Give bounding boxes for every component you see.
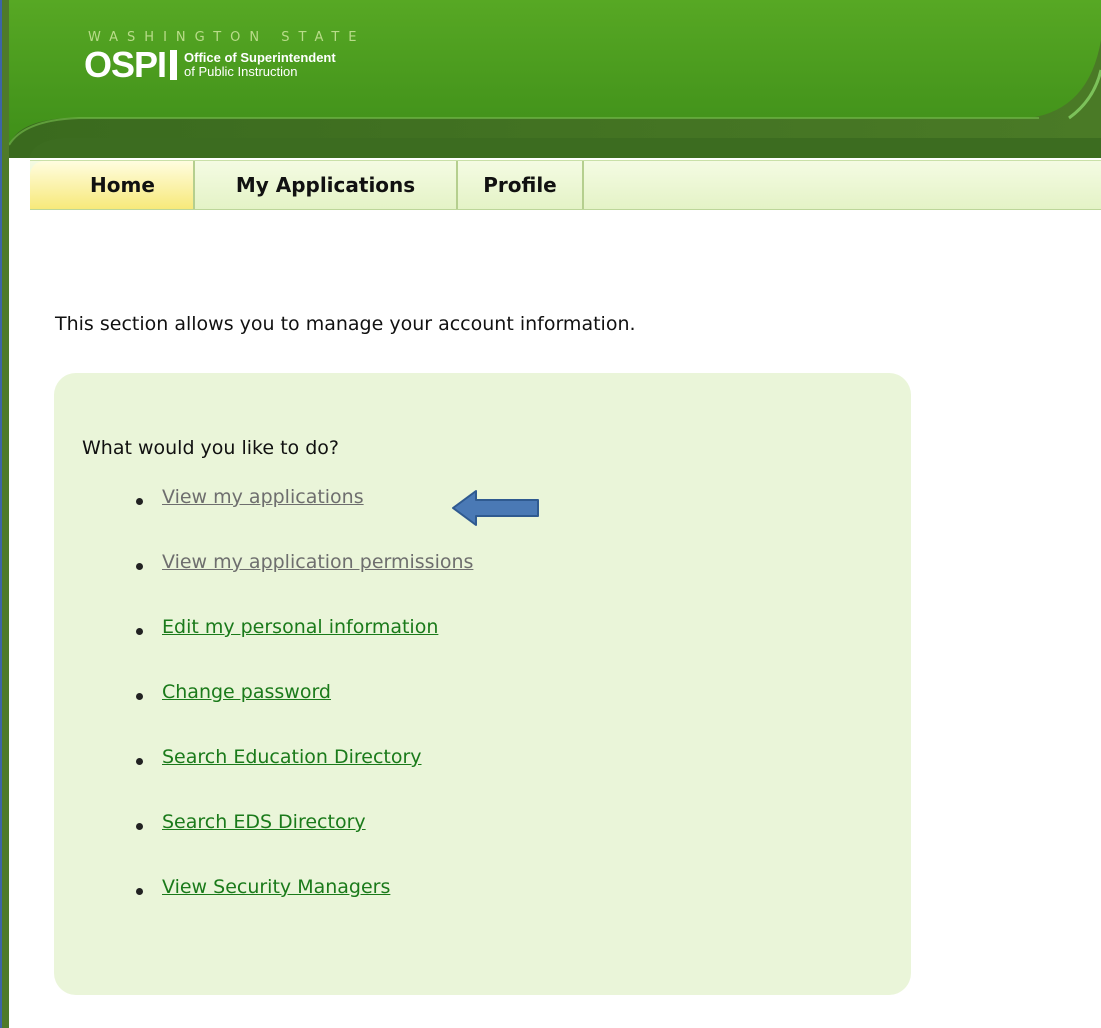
list-item: Search EDS Directory: [136, 811, 473, 876]
edit-personal-information-link[interactable]: Edit my personal information: [162, 616, 438, 638]
list-item: Edit my personal information: [136, 616, 473, 681]
actions-panel: What would you like to do? View my appli…: [54, 373, 911, 995]
ospi-logo[interactable]: WASHINGTON STATE OSPI Office of Superint…: [84, 30, 366, 83]
main-tab-bar: Home My Applications Profile: [30, 160, 1101, 210]
tab-profile[interactable]: Profile: [458, 161, 584, 209]
bullet-icon: [136, 758, 143, 765]
actions-question: What would you like to do?: [82, 437, 339, 459]
bullet-icon: [136, 563, 143, 570]
intro-text: This section allows you to manage your a…: [55, 313, 636, 335]
agency-name-line1: Office of Superintendent: [184, 50, 336, 65]
actions-list: View my applications View my application…: [136, 486, 473, 941]
view-security-managers-link[interactable]: View Security Managers: [162, 876, 390, 898]
agency-name-line2: of Public Instruction: [184, 64, 298, 79]
search-eds-directory-link[interactable]: Search EDS Directory: [162, 811, 366, 833]
bullet-icon: [136, 628, 143, 635]
search-education-directory-link[interactable]: Search Education Directory: [162, 746, 422, 768]
window-left-edge: [0, 0, 9, 1028]
bullet-icon: [136, 823, 143, 830]
list-item: View my applications: [136, 486, 473, 551]
state-label: WASHINGTON STATE: [88, 30, 366, 45]
list-item: View Security Managers: [136, 876, 473, 941]
list-item: View my application permissions: [136, 551, 473, 616]
tab-my-applications[interactable]: My Applications: [195, 161, 458, 209]
view-my-applications-link[interactable]: View my applications: [162, 486, 364, 508]
logo-divider-bar: [170, 50, 178, 80]
bullet-icon: [136, 498, 143, 505]
change-password-link[interactable]: Change password: [162, 681, 331, 703]
bullet-icon: [136, 693, 143, 700]
site-header: WASHINGTON STATE OSPI Office of Superint…: [9, 0, 1101, 158]
left-arrow-icon: [452, 490, 539, 526]
tab-home[interactable]: Home: [30, 161, 195, 209]
list-item: Change password: [136, 681, 473, 746]
agency-abbrev: OSPI: [84, 44, 167, 85]
list-item: Search Education Directory: [136, 746, 473, 811]
bullet-icon: [136, 888, 143, 895]
page: WASHINGTON STATE OSPI Office of Superint…: [0, 0, 1101, 1028]
view-application-permissions-link[interactable]: View my application permissions: [162, 551, 473, 573]
